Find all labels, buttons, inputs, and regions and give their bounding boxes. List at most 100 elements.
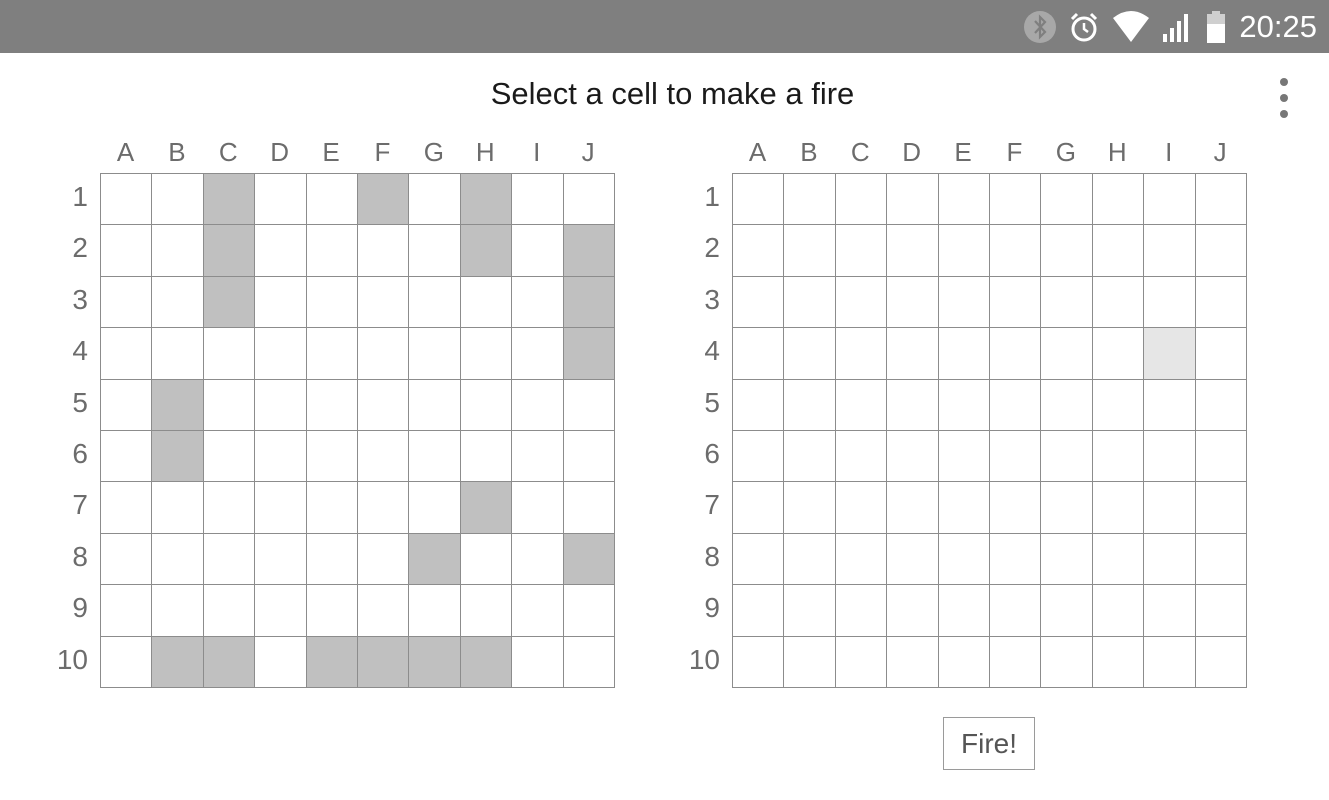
opponent-cell-f8[interactable] <box>989 533 1042 586</box>
opponent-cell-i7[interactable] <box>1144 482 1196 534</box>
opponent-cell-h1[interactable] <box>1092 174 1145 226</box>
opponent-cell-f5[interactable] <box>989 379 1042 431</box>
opponent-cell-i3[interactable] <box>1144 276 1196 329</box>
opponent-cell-h2[interactable] <box>1092 225 1145 277</box>
opponent-cell-j5[interactable] <box>1195 379 1247 431</box>
opponent-cell-a7[interactable] <box>733 482 785 534</box>
opponent-cell-c4[interactable] <box>835 328 888 380</box>
opponent-cell-j10[interactable] <box>1195 636 1247 688</box>
opponent-cell-h8[interactable] <box>1092 533 1145 586</box>
opponent-cell-a5[interactable] <box>733 379 785 431</box>
opponent-cell-c9[interactable] <box>835 585 888 637</box>
opponent-cell-c8[interactable] <box>835 533 888 586</box>
opponent-cell-c3[interactable] <box>835 276 888 329</box>
opponent-cell-c1[interactable] <box>835 174 888 226</box>
opponent-cell-i1[interactable] <box>1144 174 1196 226</box>
opponent-cell-i5[interactable] <box>1144 379 1196 431</box>
opponent-cell-g4[interactable] <box>1041 328 1093 380</box>
opponent-cell-b6[interactable] <box>784 430 836 483</box>
opponent-cell-d1[interactable] <box>887 174 939 226</box>
opponent-cell-c10[interactable] <box>835 636 888 688</box>
opponent-cell-d5[interactable] <box>887 379 939 431</box>
opponent-cell-e6[interactable] <box>938 430 990 483</box>
opponent-cell-i4[interactable] <box>1144 328 1196 380</box>
opponent-cell-g8[interactable] <box>1041 533 1093 586</box>
opponent-cell-f3[interactable] <box>989 276 1042 329</box>
opponent-cell-h7[interactable] <box>1092 482 1145 534</box>
opponent-cell-j1[interactable] <box>1195 174 1247 226</box>
opponent-cell-h4[interactable] <box>1092 328 1145 380</box>
opponent-cell-d7[interactable] <box>887 482 939 534</box>
opponent-cell-i6[interactable] <box>1144 430 1196 483</box>
opponent-cell-f7[interactable] <box>989 482 1042 534</box>
opponent-cell-g9[interactable] <box>1041 585 1093 637</box>
opponent-cell-d8[interactable] <box>887 533 939 586</box>
opponent-cell-e7[interactable] <box>938 482 990 534</box>
opponent-cell-e8[interactable] <box>938 533 990 586</box>
opponent-cell-d10[interactable] <box>887 636 939 688</box>
opponent-cell-g6[interactable] <box>1041 430 1093 483</box>
opponent-cell-e9[interactable] <box>938 585 990 637</box>
fire-button[interactable]: Fire! <box>943 717 1035 770</box>
opponent-cell-b1[interactable] <box>784 174 836 226</box>
opponent-cell-f10[interactable] <box>989 636 1042 688</box>
opponent-cell-e3[interactable] <box>938 276 990 329</box>
opponent-cell-j3[interactable] <box>1195 276 1247 329</box>
opponent-cell-a1[interactable] <box>733 174 785 226</box>
opponent-cell-d6[interactable] <box>887 430 939 483</box>
opponent-cell-b9[interactable] <box>784 585 836 637</box>
opponent-cell-a10[interactable] <box>733 636 785 688</box>
opponent-cell-j2[interactable] <box>1195 225 1247 277</box>
opponent-cell-g5[interactable] <box>1041 379 1093 431</box>
opponent-cell-j4[interactable] <box>1195 328 1247 380</box>
opponent-cell-h10[interactable] <box>1092 636 1145 688</box>
opponent-cell-a3[interactable] <box>733 276 785 329</box>
opponent-cell-d3[interactable] <box>887 276 939 329</box>
opponent-cell-j8[interactable] <box>1195 533 1247 586</box>
opponent-cell-c5[interactable] <box>835 379 888 431</box>
opponent-cell-f4[interactable] <box>989 328 1042 380</box>
opponent-cell-h3[interactable] <box>1092 276 1145 329</box>
opponent-cell-i10[interactable] <box>1144 636 1196 688</box>
opponent-cell-g7[interactable] <box>1041 482 1093 534</box>
opponent-cell-a2[interactable] <box>733 225 785 277</box>
opponent-cell-e4[interactable] <box>938 328 990 380</box>
opponent-cell-g10[interactable] <box>1041 636 1093 688</box>
opponent-cell-a4[interactable] <box>733 328 785 380</box>
opponent-cell-e2[interactable] <box>938 225 990 277</box>
opponent-cell-b3[interactable] <box>784 276 836 329</box>
opponent-cell-f2[interactable] <box>989 225 1042 277</box>
opponent-cell-g1[interactable] <box>1041 174 1093 226</box>
opponent-cell-h9[interactable] <box>1092 585 1145 637</box>
opponent-cell-b8[interactable] <box>784 533 836 586</box>
opponent-cell-j9[interactable] <box>1195 585 1247 637</box>
opponent-cell-b10[interactable] <box>784 636 836 688</box>
opponent-cell-b4[interactable] <box>784 328 836 380</box>
opponent-cell-a9[interactable] <box>733 585 785 637</box>
opponent-cell-e10[interactable] <box>938 636 990 688</box>
opponent-cell-h6[interactable] <box>1092 430 1145 483</box>
opponent-cell-d4[interactable] <box>887 328 939 380</box>
opponent-cell-f6[interactable] <box>989 430 1042 483</box>
opponent-cell-e1[interactable] <box>938 174 990 226</box>
opponent-cell-d9[interactable] <box>887 585 939 637</box>
opponent-cell-a8[interactable] <box>733 533 785 586</box>
opponent-cell-j7[interactable] <box>1195 482 1247 534</box>
opponent-cell-f9[interactable] <box>989 585 1042 637</box>
opponent-cell-i9[interactable] <box>1144 585 1196 637</box>
opponent-cell-i8[interactable] <box>1144 533 1196 586</box>
opponent-cell-j6[interactable] <box>1195 430 1247 483</box>
opponent-cell-g2[interactable] <box>1041 225 1093 277</box>
opponent-cell-b7[interactable] <box>784 482 836 534</box>
opponent-cell-b5[interactable] <box>784 379 836 431</box>
opponent-cell-h5[interactable] <box>1092 379 1145 431</box>
opponent-cell-g3[interactable] <box>1041 276 1093 329</box>
opponent-cell-e5[interactable] <box>938 379 990 431</box>
opponent-cell-d2[interactable] <box>887 225 939 277</box>
opponent-cell-c2[interactable] <box>835 225 888 277</box>
opponent-cell-c6[interactable] <box>835 430 888 483</box>
opponent-cell-i2[interactable] <box>1144 225 1196 277</box>
opponent-cell-f1[interactable] <box>989 174 1042 226</box>
opponent-cell-b2[interactable] <box>784 225 836 277</box>
opponent-cell-a6[interactable] <box>733 430 785 483</box>
